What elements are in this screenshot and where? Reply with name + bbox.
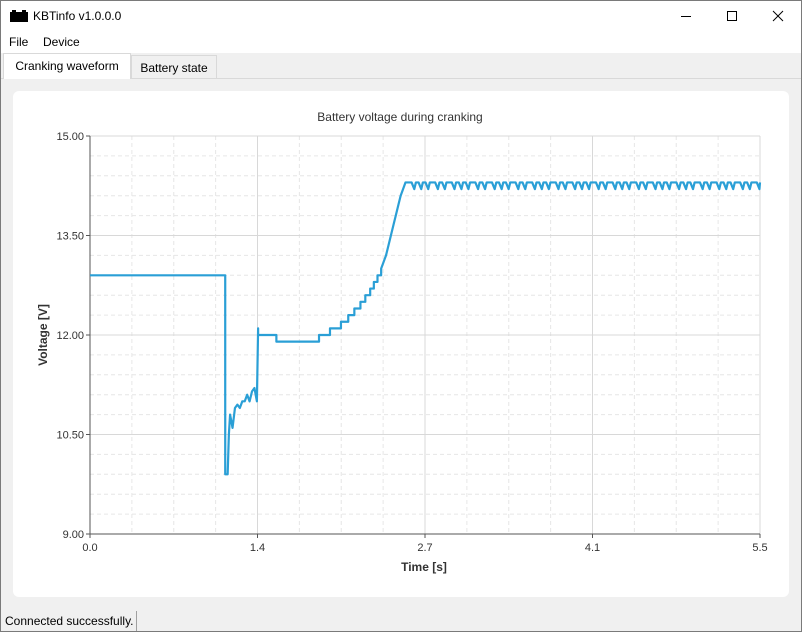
- app-window: KBTinfo v1.0.0.0 File Device Cranking wa…: [0, 0, 802, 632]
- y-axis-label: Voltage [V]: [36, 304, 50, 366]
- tab-strip: Cranking waveform Battery state: [1, 53, 801, 79]
- x-tick-label: 2.7: [417, 542, 432, 554]
- tab-cranking-waveform[interactable]: Cranking waveform: [3, 53, 131, 79]
- close-icon: [772, 10, 784, 22]
- status-bar: Connected successfully.: [1, 611, 801, 631]
- minimize-icon: [681, 16, 691, 17]
- x-tick-label: 5.5: [752, 542, 767, 554]
- menu-device[interactable]: Device: [43, 35, 80, 49]
- minimize-button[interactable]: [663, 1, 709, 31]
- y-tick-label: 10.50: [56, 430, 84, 442]
- y-tick-label: 9.00: [63, 529, 84, 541]
- title-bar[interactable]: KBTinfo v1.0.0.0: [1, 1, 801, 31]
- x-tick-label: 0.0: [82, 542, 97, 554]
- tab-battery-state[interactable]: Battery state: [131, 55, 217, 78]
- close-button[interactable]: [755, 1, 801, 31]
- voltage-chart: Battery voltage during cranking 9.00 10.…: [36, 110, 768, 574]
- chart-panel: Battery voltage during cranking 9.00 10.…: [13, 91, 789, 597]
- y-tick-label: 12.00: [56, 330, 84, 342]
- y-tick-label: 15.00: [56, 131, 84, 143]
- chart-title: Battery voltage during cranking: [317, 110, 482, 124]
- maximize-icon: [727, 11, 737, 21]
- app-battery-icon: [10, 10, 28, 22]
- window-title: KBTinfo v1.0.0.0: [33, 9, 122, 23]
- x-axis-ticks: 0.0 1.4 2.7 4.1 5.5: [82, 542, 767, 554]
- menu-bar: File Device: [1, 31, 801, 53]
- status-text: Connected successfully.: [1, 611, 137, 631]
- menu-file[interactable]: File: [9, 35, 28, 49]
- tab-content: Battery voltage during cranking 9.00 10.…: [1, 78, 801, 611]
- y-tick-label: 13.50: [56, 231, 84, 243]
- x-axis-label: Time [s]: [401, 560, 447, 574]
- y-axis-ticks: 9.00 10.50 12.00 13.50 15.00: [56, 131, 84, 541]
- grid: [86, 135, 761, 538]
- maximize-button[interactable]: [709, 1, 755, 31]
- x-tick-label: 1.4: [250, 542, 265, 554]
- x-tick-label: 4.1: [585, 542, 600, 554]
